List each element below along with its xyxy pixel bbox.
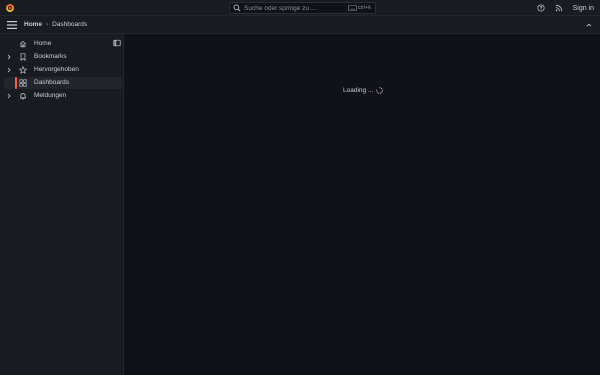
star-icon	[19, 66, 27, 74]
sidebar-item-label: Home	[34, 40, 52, 47]
bookmark-icon	[20, 53, 26, 61]
bell-icon	[20, 93, 26, 100]
top-right-actions: Sign in	[527, 0, 594, 16]
chevron-up-icon[interactable]	[585, 21, 593, 29]
apps-icon	[19, 79, 27, 87]
search-icon	[233, 4, 241, 12]
sidebar-item-home[interactable]: Home	[4, 38, 122, 50]
sidebar-item-label: Hervorgehoben	[34, 66, 79, 73]
chevron-right-icon[interactable]	[6, 93, 12, 99]
nav-bar: Home › Dashboards	[0, 16, 600, 34]
breadcrumb-current: Dashboards	[52, 21, 88, 28]
sidebar-item-bookmarks[interactable]: Bookmarks	[4, 51, 122, 63]
search-placeholder: Suche oder springe zu ...	[244, 4, 317, 12]
grafana-logo-icon[interactable]	[5, 3, 15, 13]
keyboard-shortcut: ctrl+k	[347, 5, 371, 11]
keyboard-icon	[347, 5, 357, 11]
breadcrumb: Home › Dashboards	[24, 16, 87, 33]
breadcrumb-separator-icon: ›	[46, 21, 49, 28]
sidebar-item-label: Meldungen	[34, 92, 67, 99]
sidebar: Home Bookmarks Hervorgehoben Dashboards	[0, 34, 124, 375]
sidebar-item-label: Dashboards	[34, 79, 70, 86]
sidebar-item-label: Bookmarks	[34, 53, 67, 60]
spinner-icon	[376, 87, 384, 94]
loading-text: Loading ...	[343, 87, 374, 94]
breadcrumb-home[interactable]: Home	[24, 21, 42, 28]
sign-in-link[interactable]: Sign in	[573, 5, 594, 12]
search-input[interactable]: Suche oder springe zu ... ctrl+k	[229, 2, 376, 14]
chevron-right-icon[interactable]	[6, 54, 12, 60]
rss-icon[interactable]	[555, 4, 563, 12]
chevron-right-icon[interactable]	[6, 67, 12, 73]
help-icon[interactable]	[537, 4, 545, 12]
top-bar: Suche oder springe zu ... ctrl+k Sign in	[0, 0, 600, 16]
sidebar-item-alerting[interactable]: Meldungen	[4, 90, 122, 102]
main-content: Loading ...	[124, 34, 600, 375]
menu-icon[interactable]	[7, 21, 17, 29]
sidebar-item-starred[interactable]: Hervorgehoben	[4, 64, 122, 76]
active-indicator	[15, 77, 17, 89]
sidebar-item-dashboards[interactable]: Dashboards	[4, 77, 122, 89]
loading-indicator: Loading ...	[343, 87, 384, 94]
home-icon	[19, 40, 27, 48]
shortcut-label: ctrl+k	[357, 5, 371, 11]
